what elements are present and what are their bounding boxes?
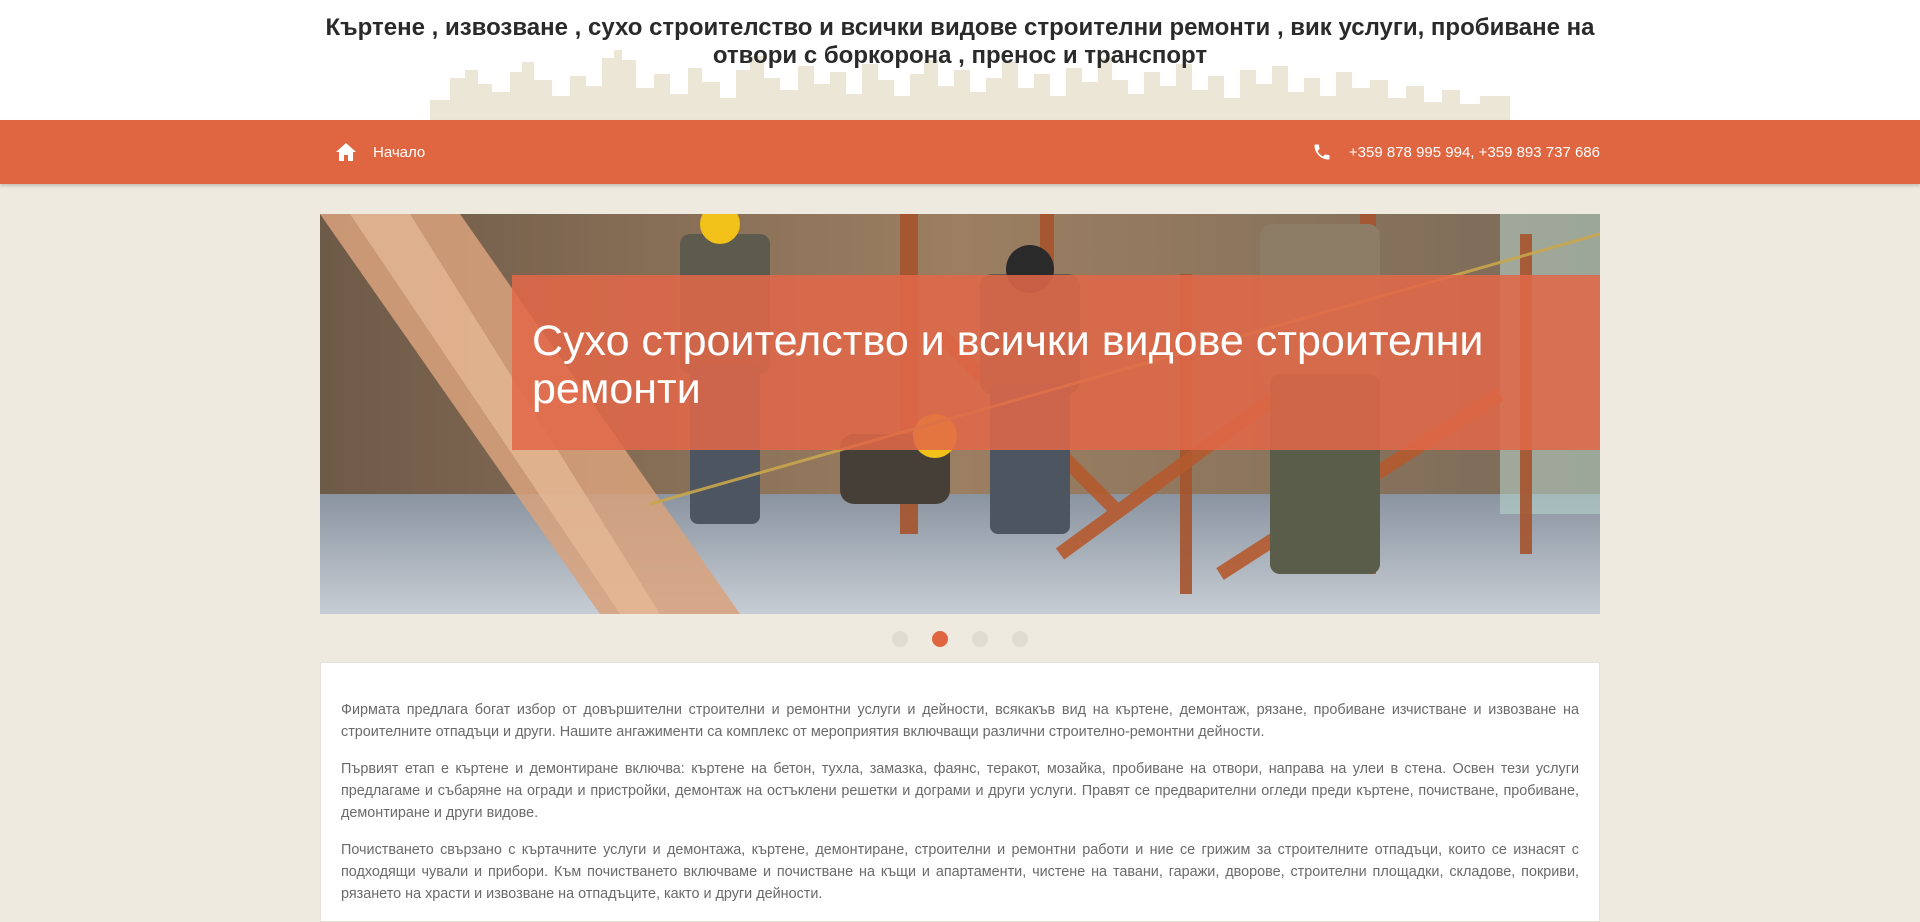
slide-caption: Сухо строителство и всички видове строит… [512,275,1600,450]
home-icon [336,143,356,161]
nav-home-label: Начало [373,143,426,161]
nav-home-link[interactable]: Начало [320,143,425,161]
nav-phone-link[interactable]: +359 878 995 994, +359 893 737 686 [1312,142,1600,162]
phone-icon [1314,144,1330,160]
content-paragraph-3: Почистването свързано с къртачните услуг… [341,842,1579,902]
slider-dot-3[interactable] [972,631,988,647]
content-paragraph-2: Първият етап е къртене и демонтиране вкл… [341,761,1579,821]
nav-phone-label: +359 878 995 994, +359 893 737 686 [1348,143,1600,161]
slider-dot-2-active[interactable] [932,631,948,647]
hero-slider: Сухо строителство и всички видове строит… [320,214,1600,614]
slider-dot-4[interactable] [1012,631,1028,647]
slider-dot-1[interactable] [892,631,908,647]
site-title: Къртене , извозване , сухо строителство … [325,14,1595,69]
content-paragraph-1: Фирмата предлага богат избор от довършит… [341,702,1579,740]
main-navbar: Начало +359 878 995 994, +359 893 737 68… [0,120,1920,184]
main-content: Фирмата предлага богат избор от довършит… [320,662,1600,922]
slider-pagination [0,631,1920,647]
site-header: Къртене , извозване , сухо строителство … [0,0,1920,120]
slide-caption-title: Сухо строителство и всички видове строит… [532,317,1484,413]
